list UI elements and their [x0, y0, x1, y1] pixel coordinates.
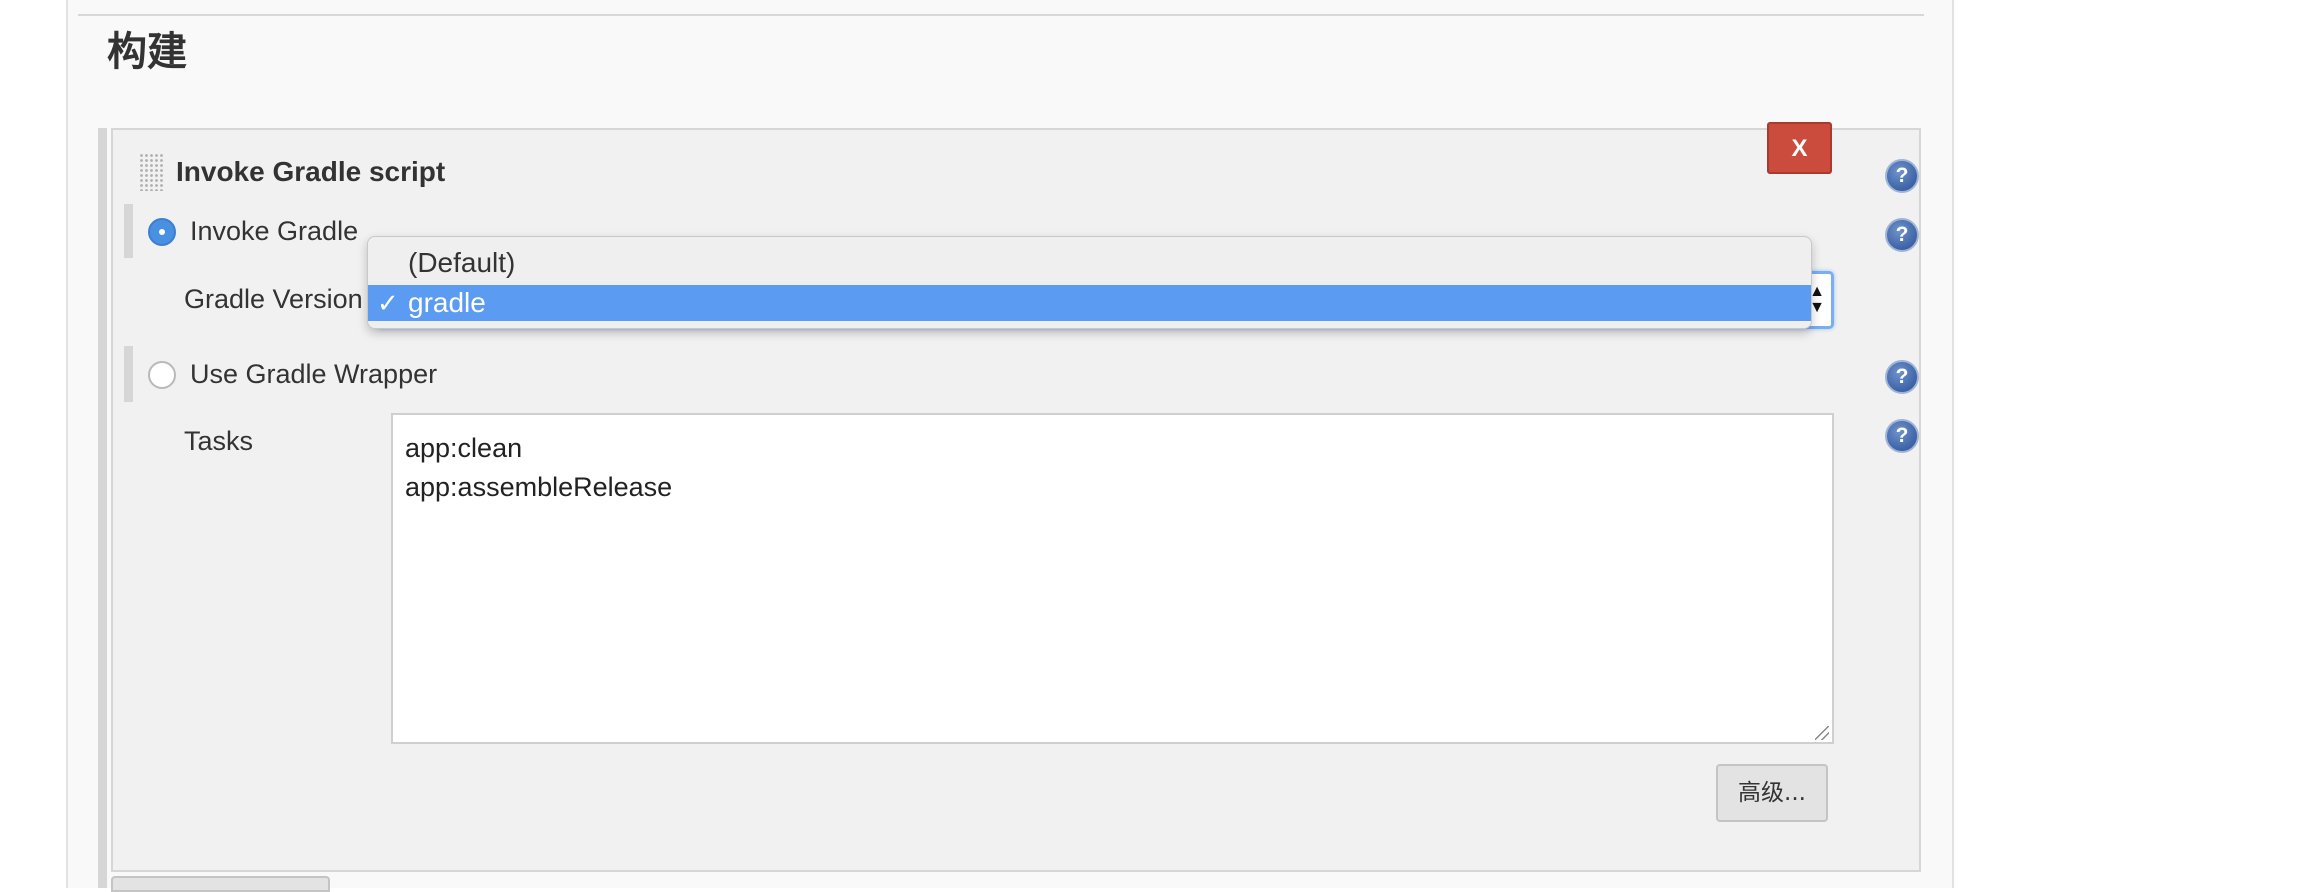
section-title: 构建 — [107, 29, 187, 75]
wrapper-help-icon[interactable]: ? — [1885, 360, 1919, 394]
invoke-gradle-rail — [124, 204, 133, 258]
add-build-step-button[interactable] — [111, 876, 330, 892]
use-wrapper-radio[interactable] — [148, 361, 176, 389]
checkmark-icon: ✓ — [377, 288, 399, 318]
dropdown-option-label: (Default) — [408, 247, 516, 278]
use-wrapper-label[interactable]: Use Gradle Wrapper — [190, 357, 437, 391]
advanced-button[interactable]: 高级... — [1716, 764, 1828, 822]
step-help-icon[interactable]: ? — [1885, 159, 1919, 193]
gradle-version-label: Gradle Version — [184, 284, 363, 314]
tasks-label: Tasks — [184, 426, 254, 456]
delete-step-button[interactable]: X — [1767, 122, 1832, 174]
resize-grip-icon[interactable] — [1815, 726, 1829, 740]
invoke-gradle-help-icon[interactable]: ? — [1885, 218, 1919, 252]
dropdown-option-gradle[interactable]: ✓ gradle — [368, 285, 1811, 321]
gradle-version-dropdown: (Default) ✓ gradle — [367, 236, 1812, 329]
build-step-rail — [98, 128, 107, 888]
invoke-gradle-radio[interactable] — [148, 218, 176, 246]
dropdown-option-label: gradle — [408, 287, 486, 318]
tasks-help-icon[interactable]: ? — [1885, 419, 1919, 453]
build-step-title: Invoke Gradle script — [176, 156, 446, 187]
tasks-textarea[interactable]: app:clean app:assembleRelease — [391, 413, 1834, 744]
section-divider — [78, 14, 1924, 16]
drag-handle-icon[interactable] — [139, 153, 163, 191]
invoke-gradle-label[interactable]: Invoke Gradle — [190, 214, 358, 248]
wrapper-rail — [124, 346, 133, 402]
dropdown-option-default[interactable]: (Default) — [368, 245, 1811, 281]
